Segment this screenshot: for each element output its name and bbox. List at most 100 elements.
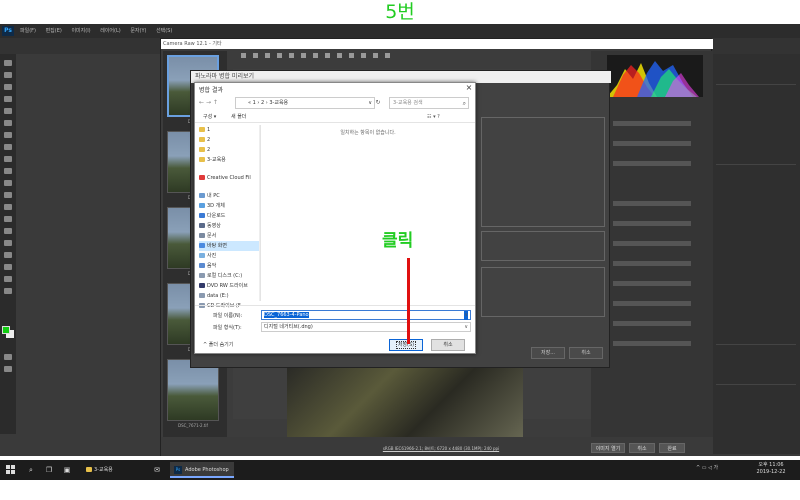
transform-icon[interactable] bbox=[325, 53, 330, 58]
nav-item-dvd-drive[interactable]: DVD RW 드라이브 bbox=[199, 281, 260, 291]
merge-save-button[interactable]: 저장... bbox=[531, 347, 565, 359]
nav-item-pictures[interactable]: 사진 bbox=[199, 251, 260, 261]
nav-item-downloads[interactable]: 다운로드 bbox=[199, 211, 260, 221]
filename-input[interactable]: DSC_7663-4-Pano ∨ bbox=[261, 310, 471, 320]
task-view-icon[interactable]: ❐ bbox=[44, 465, 54, 475]
camera-raw-cancel-button[interactable]: 취소 bbox=[629, 443, 655, 453]
color-sampler-icon[interactable] bbox=[277, 53, 282, 58]
taskbar-clock[interactable]: 오후 11:06 2019-12-22 bbox=[746, 462, 796, 476]
forward-arrow-icon[interactable]: → bbox=[206, 99, 211, 106]
stamp-tool-icon[interactable] bbox=[4, 156, 12, 162]
quick-mask-icon[interactable] bbox=[4, 354, 12, 360]
open-image-button[interactable]: 이미지 열기 bbox=[591, 443, 625, 453]
zoom-icon[interactable] bbox=[241, 53, 246, 58]
taskbar-folder-app[interactable]: 3-교육용 bbox=[82, 462, 142, 478]
eraser-tool-icon[interactable] bbox=[4, 180, 12, 186]
foreground-color-swatch[interactable] bbox=[2, 326, 10, 334]
windows-start-icon[interactable] bbox=[6, 465, 16, 475]
nav-item-folder-2[interactable]: 2 bbox=[199, 135, 260, 145]
nav-item-data-drive[interactable]: data (E:) bbox=[199, 291, 260, 301]
bottom-margin bbox=[0, 480, 800, 500]
view-options-icon[interactable]: ☷ ▾ ? bbox=[427, 111, 440, 123]
crop-icon[interactable] bbox=[301, 53, 306, 58]
history-brush-tool-icon[interactable] bbox=[4, 168, 12, 174]
workflow-options-link[interactable]: sRGB IEC61966-2.1; 8비트; 6720 x 4480 (30.… bbox=[321, 446, 561, 452]
camera-raw-done-button[interactable]: 완료 bbox=[659, 443, 685, 453]
back-arrow-icon[interactable]: ← bbox=[199, 99, 204, 106]
graduated-filter-icon[interactable] bbox=[373, 53, 378, 58]
type-tool-icon[interactable] bbox=[4, 240, 12, 246]
spot-removal-icon[interactable] bbox=[337, 53, 342, 58]
shape-tool-icon[interactable] bbox=[4, 264, 12, 270]
brush-tool-icon[interactable] bbox=[4, 144, 12, 150]
taskbar-search-icon[interactable]: ⌕ bbox=[26, 465, 36, 475]
nav-item-3d-objects[interactable]: 3D 개체 bbox=[199, 201, 260, 211]
address-bar[interactable]: « 1 › 2 › 3-교육용 ∨ bbox=[235, 97, 375, 109]
computer-icon bbox=[199, 193, 205, 198]
up-arrow-icon[interactable]: ↑ bbox=[213, 99, 218, 106]
nav-item-label: 문서 bbox=[207, 233, 217, 239]
crop-tool-icon[interactable] bbox=[4, 108, 12, 114]
menu-type[interactable]: 문자(Y) bbox=[130, 28, 146, 34]
menu-layer[interactable]: 레이어(L) bbox=[100, 28, 121, 34]
mail-icon[interactable]: ✉ bbox=[152, 465, 162, 475]
address-dropdown-icon[interactable]: ∨ bbox=[368, 98, 372, 109]
save-button[interactable]: 저장(S) bbox=[389, 339, 423, 351]
nav-item-local-disk[interactable]: 로컬 디스크 (C:) bbox=[199, 271, 260, 281]
nav-item-this-pc[interactable]: 내 PC bbox=[199, 191, 260, 201]
refresh-icon[interactable]: ↻ bbox=[373, 97, 383, 109]
targeted-adjust-icon[interactable] bbox=[289, 53, 294, 58]
filetype-select[interactable]: 디지털 네거티브(.dng) ∨ bbox=[261, 322, 471, 332]
search-input[interactable]: 3-교육용 검색 ⌕ bbox=[389, 97, 469, 109]
zoom-tool-icon[interactable] bbox=[4, 288, 12, 294]
nav-item-documents[interactable]: 문서 bbox=[199, 231, 260, 241]
dodge-tool-icon[interactable] bbox=[4, 216, 12, 222]
adjustment-brush-icon[interactable] bbox=[361, 53, 366, 58]
eyedropper-tool-icon[interactable] bbox=[4, 120, 12, 126]
menu-file[interactable]: 파일(F) bbox=[20, 28, 36, 34]
straighten-icon[interactable] bbox=[313, 53, 318, 58]
nav-item-folder-3[interactable]: 3-교육용 bbox=[199, 155, 260, 165]
hand-icon[interactable] bbox=[253, 53, 258, 58]
cancel-button[interactable]: 취소 bbox=[431, 339, 465, 351]
gradient-tool-icon[interactable] bbox=[4, 192, 12, 198]
filetype-dropdown-icon[interactable]: ∨ bbox=[464, 323, 468, 332]
pen-tool-icon[interactable] bbox=[4, 228, 12, 234]
organize-menu-button[interactable]: 구성 ▾ bbox=[203, 111, 216, 123]
merge-cancel-button[interactable]: 취소 bbox=[569, 347, 603, 359]
quick-select-tool-icon[interactable] bbox=[4, 96, 12, 102]
filmstrip-thumbnail[interactable] bbox=[167, 359, 219, 421]
nav-item-folder-1[interactable]: 1 bbox=[199, 125, 260, 135]
nav-item-desktop[interactable]: 바탕 화면 bbox=[199, 241, 260, 251]
lasso-tool-icon[interactable] bbox=[4, 84, 12, 90]
hide-folders-button[interactable]: ^ 폴더 숨기기 bbox=[203, 341, 233, 348]
screen-mode-icon[interactable] bbox=[4, 366, 12, 372]
new-folder-button[interactable]: 새 폴더 bbox=[231, 111, 246, 123]
store-icon[interactable]: ▣ bbox=[62, 465, 72, 475]
nav-item-videos[interactable]: 동영상 bbox=[199, 221, 260, 231]
nav-item-music[interactable]: 음악 bbox=[199, 261, 260, 271]
marquee-tool-icon[interactable] bbox=[4, 72, 12, 78]
move-tool-icon[interactable] bbox=[4, 60, 12, 66]
system-tray-icons[interactable]: ^ ▭ ◁ 가 bbox=[696, 464, 718, 471]
cube-icon bbox=[199, 203, 205, 208]
menu-select[interactable]: 선택(S) bbox=[156, 28, 172, 34]
blur-tool-icon[interactable] bbox=[4, 204, 12, 210]
menu-edit[interactable]: 편집(E) bbox=[46, 28, 62, 34]
menu-image[interactable]: 이미지(I) bbox=[71, 28, 90, 34]
nav-item-folder-2b[interactable]: 2 bbox=[199, 145, 260, 155]
camera-raw-status-bar: sRGB IEC61966-2.1; 8비트; 6720 x 4480 (30.… bbox=[161, 437, 713, 457]
filename-dropdown-icon[interactable]: ∨ bbox=[464, 311, 468, 320]
nav-item-creative-cloud[interactable]: Creative Cloud Fil bbox=[199, 173, 260, 183]
taskbar-photoshop-app[interactable]: PsAdobe Photoshop ... bbox=[170, 462, 234, 489]
radial-filter-icon[interactable] bbox=[385, 53, 390, 58]
nav-item-cd-drive[interactable]: CD 드라이브 (F bbox=[199, 301, 261, 311]
panel-divider bbox=[716, 344, 796, 345]
navigation-scrollbar[interactable] bbox=[259, 125, 260, 301]
healing-tool-icon[interactable] bbox=[4, 132, 12, 138]
dialog-close-icon[interactable]: × bbox=[463, 83, 475, 93]
hand-tool-icon[interactable] bbox=[4, 276, 12, 282]
red-eye-icon[interactable] bbox=[349, 53, 354, 58]
white-balance-icon[interactable] bbox=[265, 53, 270, 58]
path-select-tool-icon[interactable] bbox=[4, 252, 12, 258]
